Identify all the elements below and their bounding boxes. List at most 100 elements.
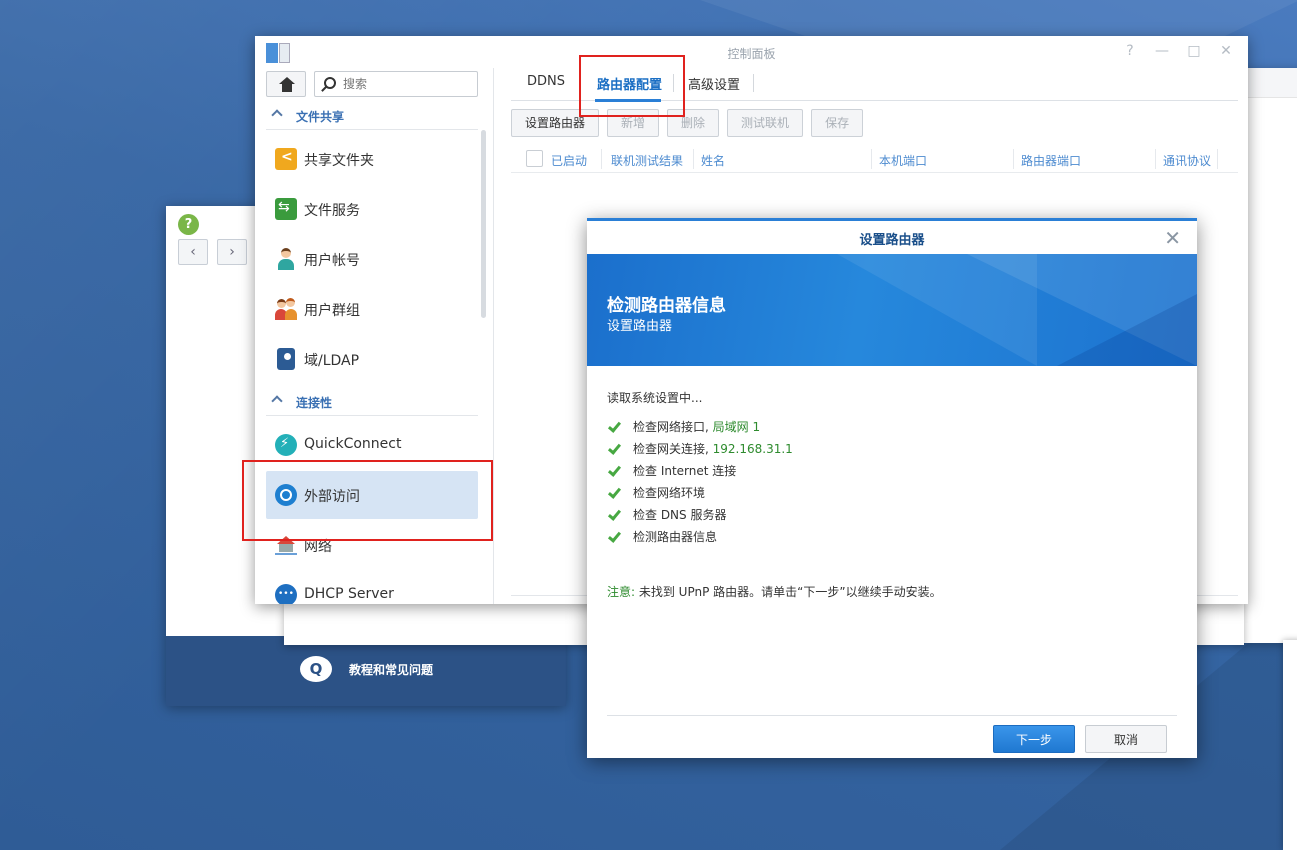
help-icon[interactable]: ? xyxy=(178,214,199,235)
group-icon xyxy=(275,298,297,320)
home-button[interactable] xyxy=(266,71,306,97)
faq-icon: Q xyxy=(300,656,332,682)
dialog-divider xyxy=(607,715,1177,716)
column-header-test-result[interactable]: 联机测试结果 xyxy=(611,152,683,169)
sidebar-item-group[interactable]: 用户群组 xyxy=(266,285,478,333)
check-item: 检测路由器信息 xyxy=(607,526,1177,548)
column-header-local-port[interactable]: 本机端口 xyxy=(879,152,927,169)
toolbar: 设置路由器 新增 删除 测试联机 保存 xyxy=(511,109,864,137)
column-separator xyxy=(871,149,872,169)
annotation-highlight-sidebar xyxy=(242,460,493,541)
check-icon xyxy=(607,485,622,499)
dialog-note: 注意: 未找到 UPnP 路由器。请单击“下一步”以继续手动安装。 xyxy=(607,583,942,600)
check-item: 检查 DNS 服务器 xyxy=(607,504,1177,526)
dialog-title: 设置路由器 xyxy=(859,233,925,248)
user-icon xyxy=(275,248,297,270)
save-button[interactable]: 保存 xyxy=(811,109,864,137)
check-icon xyxy=(607,529,622,543)
check-text: 检查 Internet 连接 xyxy=(633,464,737,478)
section-connectivity[interactable]: 连接性 xyxy=(266,388,478,416)
sidebar-item-label: 用户群组 xyxy=(304,303,360,319)
sidebar-item-label: QuickConnect xyxy=(304,436,402,452)
note-text: 未找到 UPnP 路由器。请单击“下一步”以继续手动安装。 xyxy=(635,585,942,599)
check-item: 检查网络环境 xyxy=(607,482,1177,504)
dhcp-server-icon xyxy=(275,584,297,604)
minimize-icon[interactable]: — xyxy=(1154,43,1170,59)
maximize-icon[interactable]: □ xyxy=(1186,43,1202,59)
sidebar-item-label: 文件服务 xyxy=(304,203,360,219)
column-header-router-port[interactable]: 路由器端口 xyxy=(1021,152,1081,169)
close-icon[interactable]: ✕ xyxy=(1218,43,1234,59)
tab-ddns[interactable]: DDNS xyxy=(527,74,565,89)
cancel-button[interactable]: 取消 xyxy=(1085,725,1167,753)
faq-link[interactable]: 教程和常见问题 xyxy=(349,661,433,678)
banner-title: 检测路由器信息 xyxy=(607,296,726,316)
search-icon xyxy=(324,77,336,89)
setup-router-dialog[interactable]: 设置路由器 ✕ 检测路由器信息 设置路由器 读取系统设置中... 检查网络接口,… xyxy=(587,218,1197,758)
chevron-up-icon xyxy=(271,395,283,407)
file-services-icon xyxy=(275,198,297,220)
annotation-highlight-tab xyxy=(579,55,685,117)
sidebar-item-ldap[interactable]: 域/LDAP xyxy=(266,335,478,383)
forward-button[interactable]: › xyxy=(217,239,247,265)
column-header-enabled[interactable]: 已启动 xyxy=(551,152,587,169)
check-icon xyxy=(607,507,622,521)
tab-advanced[interactable]: 高级设置 xyxy=(688,74,740,93)
sidebar-item-label: 域/LDAP xyxy=(304,353,360,369)
close-icon[interactable]: ✕ xyxy=(1164,226,1181,250)
note-label: 注意: xyxy=(607,585,636,599)
sidebar-item-user[interactable]: 用户帐号 xyxy=(266,235,478,283)
tab-separator xyxy=(753,74,754,92)
check-item: 检查 Internet 连接 xyxy=(607,460,1177,482)
column-separator xyxy=(693,149,694,169)
sidebar-item-dhcp-server[interactable]: DHCP Server xyxy=(266,571,478,604)
back-button[interactable]: ‹ xyxy=(178,239,208,265)
shared-folder-icon xyxy=(275,148,297,170)
next-button[interactable]: 下一步 xyxy=(993,725,1075,753)
window-title: 控制面板 xyxy=(727,47,776,61)
check-value: 192.168.31.1 xyxy=(712,442,793,456)
check-icon xyxy=(607,441,622,455)
quickconnect-icon xyxy=(275,434,297,456)
check-text: 检查网络接口, xyxy=(633,420,709,434)
grid-header: 已启动 联机测试结果 姓名 本机端口 路由器端口 通讯协议 xyxy=(511,145,1238,173)
check-icon xyxy=(607,419,622,433)
search-box[interactable] xyxy=(314,71,478,97)
check-text: 检查 DNS 服务器 xyxy=(633,508,727,522)
reading-status: 读取系统设置中... xyxy=(607,391,703,405)
check-item: 检查网络接口, 局域网 1 xyxy=(607,416,1177,438)
check-icon xyxy=(607,463,622,477)
sidebar-item-label: DHCP Server xyxy=(304,586,394,602)
sidebar-item-label: 用户帐号 xyxy=(304,253,360,269)
check-text: 检查网关连接, xyxy=(633,442,709,456)
column-header-name[interactable]: 姓名 xyxy=(701,152,725,169)
column-separator xyxy=(1217,149,1218,169)
check-value: 局域网 1 xyxy=(712,420,761,434)
section-label: 连接性 xyxy=(296,396,333,410)
background-window-far-right[interactable] xyxy=(1283,640,1297,850)
ldap-icon xyxy=(277,348,295,370)
column-separator xyxy=(1155,149,1156,169)
sidebar-item-label: 共享文件夹 xyxy=(304,153,374,169)
chevron-up-icon xyxy=(271,109,283,121)
window-controls: ? — □ ✕ xyxy=(1122,43,1234,59)
column-separator xyxy=(601,149,602,169)
help-footer: Q 教程和常见问题 xyxy=(166,636,566,706)
dialog-body: 读取系统设置中... 检查网络接口, 局域网 1 检查网关连接, 192.168… xyxy=(607,389,1177,548)
dialog-banner: 检测路由器信息 设置路由器 xyxy=(587,254,1197,366)
column-header-protocol[interactable]: 通讯协议 xyxy=(1163,152,1211,169)
help-icon[interactable]: ? xyxy=(1122,43,1138,59)
section-label: 文件共享 xyxy=(296,110,345,124)
check-text: 检查网络环境 xyxy=(633,486,706,500)
sidebar-item-file-services[interactable]: 文件服务 xyxy=(266,185,478,233)
sidebar-item-shared-folder[interactable]: 共享文件夹 xyxy=(266,135,478,183)
test-connection-button[interactable]: 测试联机 xyxy=(727,109,804,137)
check-item: 检查网关连接, 192.168.31.1 xyxy=(607,438,1177,460)
search-input[interactable] xyxy=(343,75,473,93)
check-text: 检测路由器信息 xyxy=(633,530,718,544)
select-all-checkbox[interactable] xyxy=(526,150,543,167)
control-panel-titlebar[interactable]: 控制面板 ? — □ ✕ xyxy=(255,36,1248,68)
section-file-sharing[interactable]: 文件共享 xyxy=(266,102,478,130)
sidebar-scrollbar[interactable] xyxy=(481,130,486,318)
column-separator xyxy=(1013,149,1014,169)
